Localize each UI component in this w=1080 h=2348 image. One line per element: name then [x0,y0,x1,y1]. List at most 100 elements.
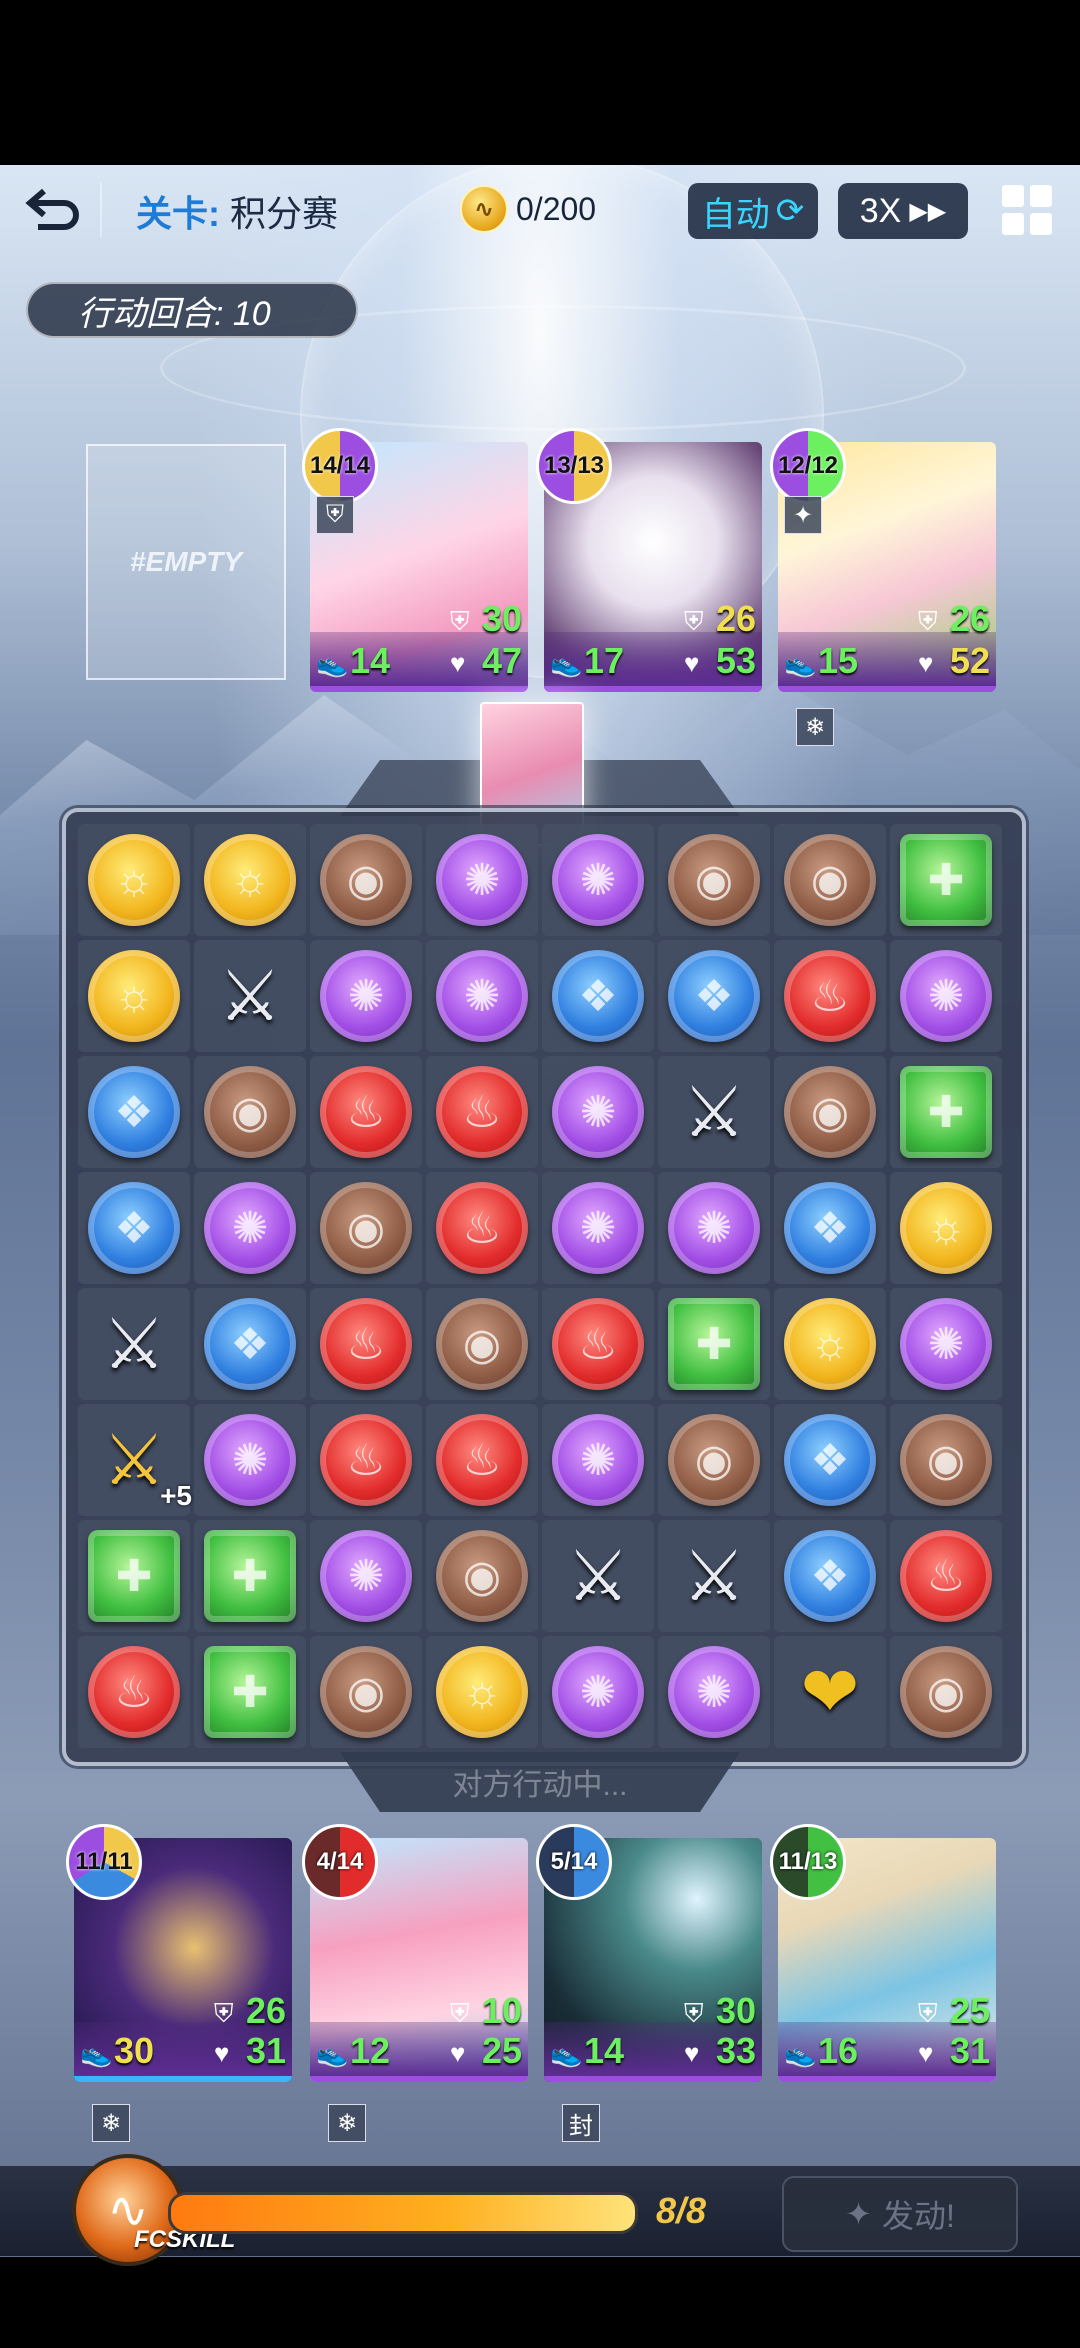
board-cell[interactable]: ✺ [542,1636,654,1748]
board-cell[interactable]: ✺ [658,1636,770,1748]
board-cell[interactable]: ◉ [310,1172,422,1284]
heart-icon: ♥ [918,2038,934,2068]
board-cell[interactable]: ♨ [890,1520,1002,1632]
board-cell[interactable]: ✚ [890,824,1002,936]
board-cell[interactable]: ♨ [310,1404,422,1516]
hp-value: 52 [950,640,991,681]
board-cell[interactable]: ♨ [426,1172,538,1284]
board-cell[interactable]: ❤ [774,1636,886,1748]
yellow-gem-icon: ☼ [88,950,180,1042]
player-card-4[interactable]: 11/13 ⛨ 25 👟 16 ♥ 31 [770,1824,996,2082]
board-cell[interactable]: ⚔ [658,1520,770,1632]
board-cell[interactable]: ♨ [426,1404,538,1516]
purple-gem-icon: ✺ [204,1414,296,1506]
yellow-gem-icon: ☼ [784,1298,876,1390]
blue-gem-icon: ❖ [88,1066,180,1158]
board-cell[interactable]: ✺ [310,1520,422,1632]
enemy-card-1[interactable]: 14/14 ⛨ ⛨ 30 👟 14 ♥ 47 [302,428,528,692]
shield-buff-icon: ⛨ [316,496,354,534]
activate-button[interactable]: ✦ 发动! [782,2176,1018,2252]
heart-icon: ♥ [684,2038,700,2068]
board-cell[interactable]: ✺ [542,1404,654,1516]
board-cell[interactable]: ☼ [78,940,190,1052]
board-cell[interactable]: ❖ [774,1520,886,1632]
board-cell[interactable]: ✺ [542,1056,654,1168]
refresh-icon: ⟳ [775,192,805,230]
board-cell[interactable]: ◉ [426,1520,538,1632]
board-cell[interactable]: ⚔ [658,1056,770,1168]
turn-badge: 5/14 [536,1824,612,1900]
turn-badge: 11/11 [66,1824,142,1900]
board-cell[interactable]: ◉ [658,824,770,936]
player-card-3[interactable]: 5/14 ⛨ 30 👟 14 ♥ 33 [536,1824,762,2082]
board-cell[interactable]: ☼ [890,1172,1002,1284]
board-cell[interactable]: ✚ [194,1636,306,1748]
speed-value: 15 [818,640,859,681]
board-cell[interactable]: ♨ [310,1056,422,1168]
board-cell[interactable]: ♨ [774,940,886,1052]
enemy-card-3[interactable]: 12/12 ✦ ⛨ 26 👟 15 ♥ 52 [770,428,996,692]
board-cell[interactable]: ✚ [78,1520,190,1632]
board-cell[interactable]: ◉ [658,1404,770,1516]
speed-value: 16 [818,2030,859,2071]
board-cell[interactable]: ❖ [658,940,770,1052]
speed-button[interactable]: 3X ▶▶ [838,183,968,239]
board-cell[interactable]: ◉ [310,1636,422,1748]
board-cell[interactable]: ✺ [194,1404,306,1516]
red-gem-icon: ♨ [320,1298,412,1390]
board-cell[interactable]: ✚ [658,1288,770,1400]
board-cell[interactable]: ✺ [658,1172,770,1284]
back-button[interactable] [20,179,84,239]
board-cell[interactable]: ◉ [890,1404,1002,1516]
player-card-2[interactable]: 4/14 ⛨ 10 👟 12 ♥ 25 [302,1824,528,2082]
grid-menu-button[interactable] [1002,185,1052,235]
board-cell[interactable]: ☼ [774,1288,886,1400]
red-gem-icon: ♨ [784,950,876,1042]
shield-icon: ⛨ [450,1998,470,2028]
board-cell[interactable]: ♨ [310,1288,422,1400]
board-cell[interactable]: ✚ [890,1056,1002,1168]
shield-icon: ⛨ [918,1998,938,2028]
board-cell[interactable]: ✺ [542,1172,654,1284]
board-cell[interactable]: ❖ [78,1056,190,1168]
board-cell[interactable]: ♨ [426,1056,538,1168]
player-card-1[interactable]: 11/11 ⛨ 26 👟 30 ♥ 31 [66,1824,292,2082]
auto-button[interactable]: 自动 ⟳ [688,183,818,239]
board-cell[interactable]: ❖ [78,1172,190,1284]
board-cell[interactable]: ❖ [774,1404,886,1516]
board-cell[interactable]: ♨ [78,1636,190,1748]
board-cell[interactable]: ❖ [774,1172,886,1284]
board-cell[interactable]: ♨ [542,1288,654,1400]
board-cell[interactable]: ✚ [194,1520,306,1632]
shield-value: 26 [716,598,757,639]
board-cell[interactable]: ✺ [890,940,1002,1052]
board-cell[interactable]: ❖ [194,1288,306,1400]
board-cell[interactable]: ✺ [426,940,538,1052]
board-cell[interactable]: ❖ [542,940,654,1052]
board-cell[interactable]: ✺ [426,824,538,936]
level-label: 关卡: 积分赛 [136,185,338,237]
brown-gem-icon: ◉ [784,1066,876,1158]
purple-gem-icon: ✺ [320,1530,412,1622]
board-cell[interactable]: ◉ [310,824,422,936]
board-cell[interactable]: ✺ [890,1288,1002,1400]
board-cell[interactable]: ✺ [542,824,654,936]
board-cell[interactable]: ✺ [310,940,422,1052]
blue-gem-icon: ❖ [552,950,644,1042]
board-cell[interactable]: ☼ [78,824,190,936]
board-cell[interactable]: ⚔ [78,1288,190,1400]
board-cell[interactable]: ⚔ [542,1520,654,1632]
brown-gem-icon: ◉ [204,1066,296,1158]
board-cell[interactable]: ◉ [890,1636,1002,1748]
board-cell[interactable]: ◉ [426,1288,538,1400]
board-cell[interactable]: ☼ [194,824,306,936]
enemy-card-2[interactable]: 13/13 ⛨ 26 👟 17 ♥ 53 [536,428,762,692]
board-cell[interactable]: ◉ [194,1056,306,1168]
turn-counter: 行动回合: 10 [26,282,358,338]
board-cell[interactable]: ◉ [774,1056,886,1168]
board-cell[interactable]: ◉ [774,824,886,936]
board-cell[interactable]: ☼ [426,1636,538,1748]
board-cell[interactable]: ⚔ [194,940,306,1052]
board-cell[interactable]: ⚔ +5 [78,1404,192,1516]
board-cell[interactable]: ✺ [194,1172,306,1284]
